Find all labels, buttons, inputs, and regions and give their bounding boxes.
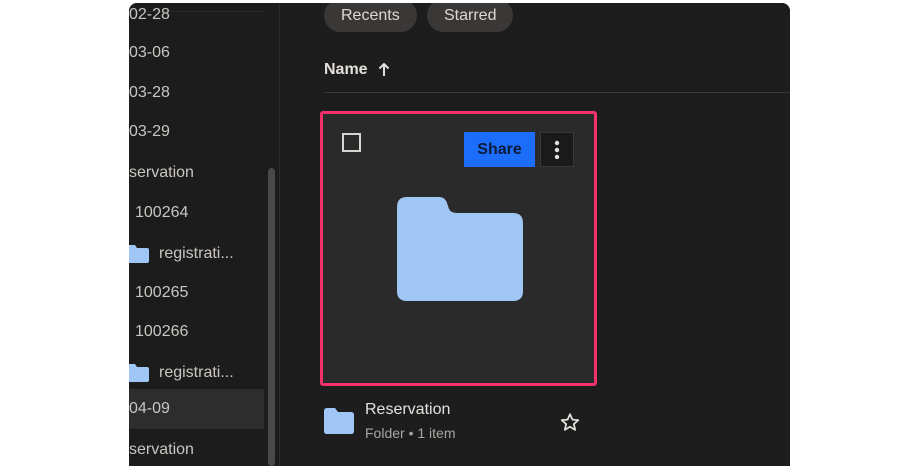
sidebar-item-label: servation: [129, 164, 194, 181]
sidebar-item-label: 02-28: [129, 6, 170, 23]
folder-icon: [397, 197, 523, 301]
name-header-label: Name: [324, 61, 368, 78]
sidebar-item-100266[interactable]: 100266: [129, 312, 264, 352]
share-button[interactable]: Share: [464, 132, 535, 167]
sidebar-item-label: 03-06: [129, 44, 170, 61]
select-checkbox[interactable]: [342, 133, 361, 152]
sidebar-scrollbar-thumb[interactable]: [268, 168, 275, 466]
more-options-button[interactable]: [540, 132, 574, 167]
item-meta: Folder • 1 item: [365, 425, 456, 441]
header-divider: [324, 92, 790, 93]
sidebar-item-label: registrati...: [159, 245, 234, 262]
sidebar-item-label: 03-29: [129, 123, 170, 140]
sidebar-item-registration-folder[interactable]: registrati...: [129, 234, 264, 274]
sidebar-item-02-28[interactable]: 02-28: [129, 3, 264, 35]
name-column-header[interactable]: Name: [324, 61, 390, 79]
sidebar-item-label: servation: [129, 441, 194, 458]
sidebar-item-label: 04-09: [129, 400, 170, 417]
sidebar-item-reservation[interactable]: servation: [129, 430, 264, 466]
sidebar-item-label: 100265: [135, 284, 189, 301]
folder-icon: [129, 364, 149, 382]
sidebar-item-03-29[interactable]: 03-29: [129, 112, 264, 152]
sidebar-item-registration-folder[interactable]: registrati...: [129, 353, 264, 393]
app-window: 02-28 03-06 03-28 03-29 servation 100264…: [129, 3, 790, 466]
starred-label: Starred: [444, 6, 497, 24]
sidebar-item-100264[interactable]: 100264: [129, 193, 264, 233]
share-label: Share: [477, 140, 522, 158]
folder-icon: [129, 245, 149, 263]
starred-filter-chip[interactable]: Starred: [427, 3, 514, 32]
sidebar-item-100265[interactable]: 100265: [129, 273, 264, 313]
star-outline-icon[interactable]: [559, 412, 581, 433]
sidebar-item-04-09[interactable]: 04-09: [129, 389, 264, 429]
sidebar-item-label: 100266: [135, 323, 189, 340]
sidebar-item-03-06[interactable]: 03-06: [129, 33, 264, 73]
sidebar-item-label: 100264: [135, 204, 189, 221]
more-vertical-icon: [554, 140, 560, 159]
folder-icon: [324, 408, 354, 434]
sidebar-item-label: registrati...: [159, 364, 234, 381]
sidebar: 02-28 03-06 03-28 03-29 servation 100264…: [129, 3, 280, 466]
sidebar-item-03-28[interactable]: 03-28: [129, 73, 264, 113]
arrow-up-icon: [378, 63, 389, 76]
sidebar-item-label: 03-28: [129, 84, 170, 101]
item-name[interactable]: Reservation: [365, 401, 450, 419]
main-content: Recents Starred Name Share Reservation F…: [280, 3, 790, 466]
recents-filter-chip[interactable]: Recents: [324, 3, 417, 32]
sidebar-item-reservation[interactable]: servation: [129, 153, 264, 193]
recents-label: Recents: [341, 6, 400, 24]
